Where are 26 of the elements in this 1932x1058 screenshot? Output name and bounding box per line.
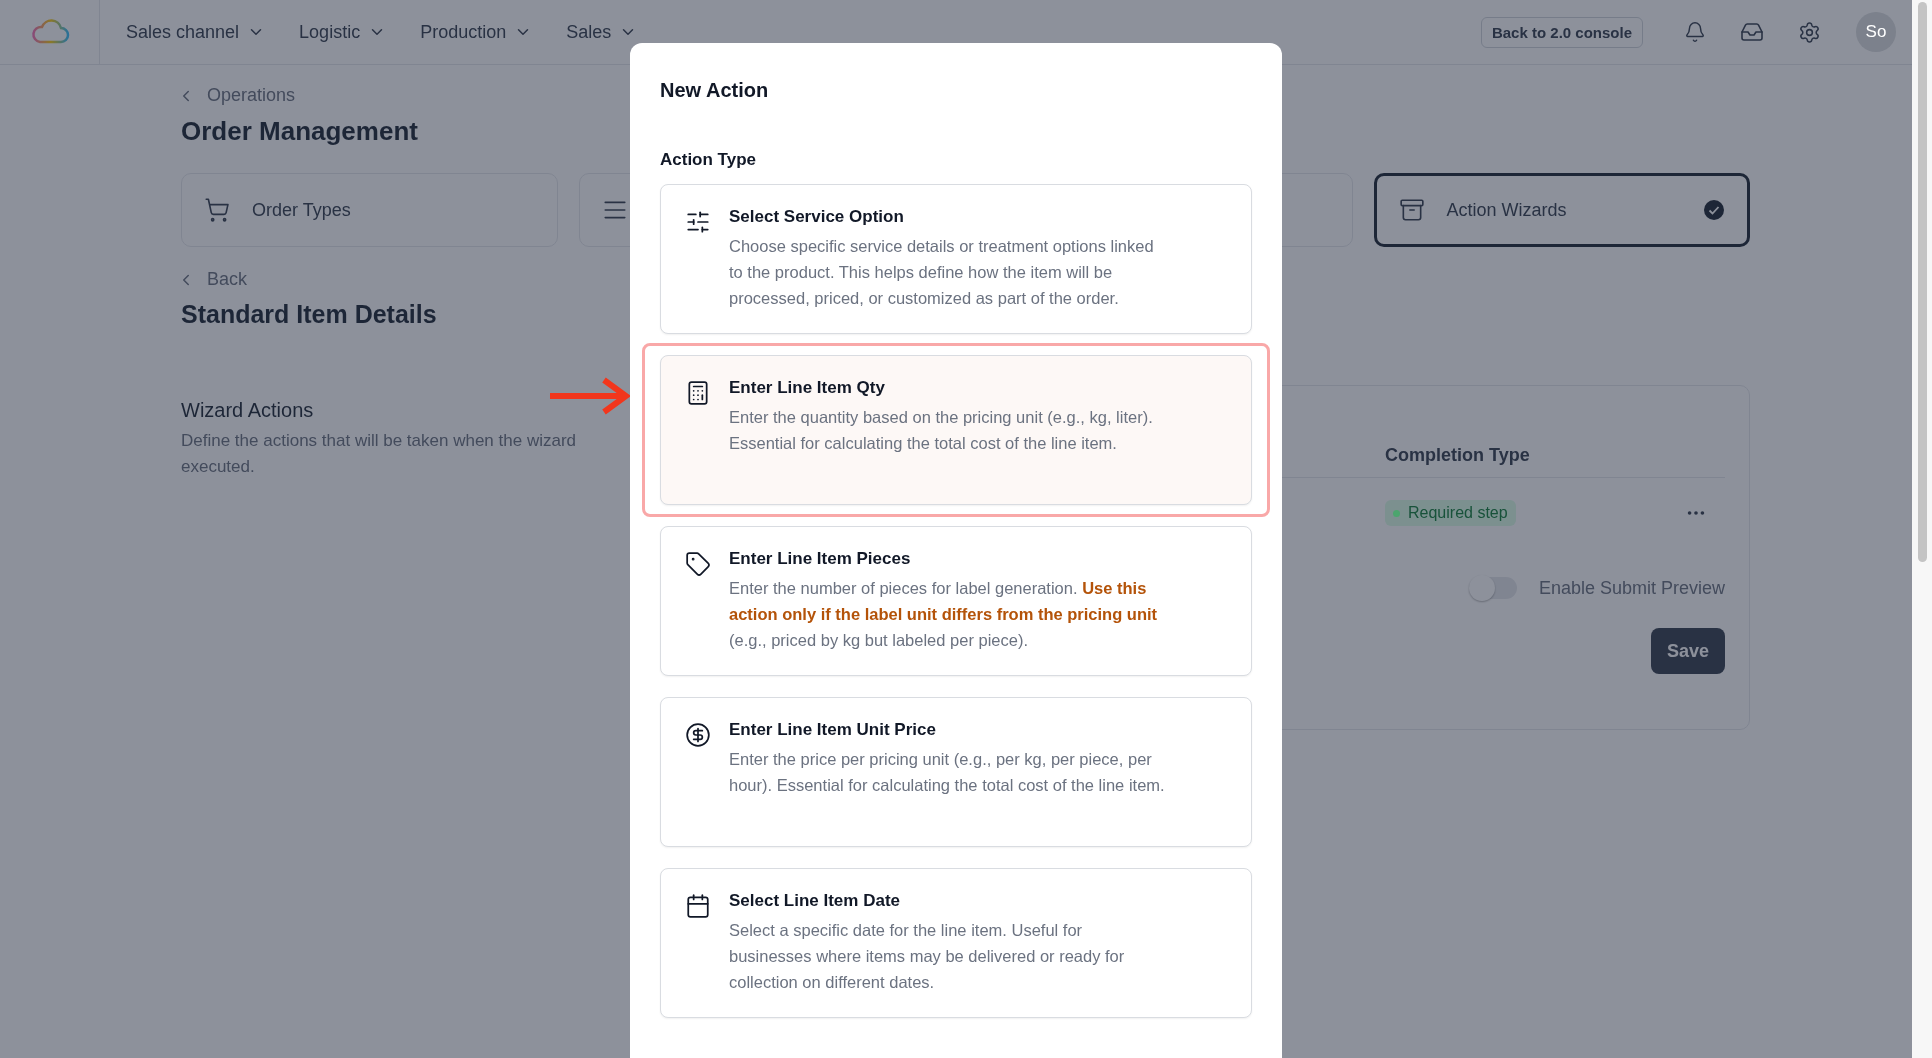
user-avatar[interactable]: So	[1856, 12, 1896, 52]
breadcrumb-link[interactable]: Operations	[177, 85, 296, 106]
modal-title: New Action	[660, 79, 770, 102]
console-button[interactable]: Back to 2.0 console	[1480, 16, 1643, 48]
save-button[interactable]: Save	[1650, 628, 1725, 674]
action-option[interactable]: Enter Line Item Qty Enter the quantity based on the pricing unit (e.g., kg, liter). Essential for calculating the total cost of the line item.	[660, 355, 1252, 505]
page-title: Order Management	[181, 116, 418, 147]
back-link[interactable]: Back	[177, 269, 248, 290]
tab-card[interactable]: Action Wizards	[1373, 173, 1750, 247]
action-option[interactable]: Select Service Option Choose specific service details or treatment options linked to the product. This helps define how the item will be processed, priced, or customized as part of the order.	[660, 184, 1252, 334]
section-heading: Standard Item Details	[181, 300, 437, 329]
section-description: Define the actions that will be taken when the wizard	[181, 430, 577, 452]
action-option[interactable]: Enter Line Item Unit Price Enter the price per pricing unit (e.g., per kg, per piece, per hour). Essential for calculating the total cost of the line item.	[660, 697, 1252, 847]
status-badge: Required step	[1385, 500, 1516, 526]
section-description: executed.	[181, 456, 256, 478]
action-option[interactable]: Select Line Item Date Select a specific date for the line item. Useful for businesses where items may be delivered or ready for collection on different dates.	[660, 868, 1252, 1018]
tab-card[interactable]: Order Types	[181, 173, 558, 247]
nav-menu[interactable]: Production	[420, 21, 533, 43]
action-option[interactable]: Enter Line Item Pieces Enter the number of pieces for label generation. Use this action only if the label unit differs from the pricing unit (e.g., priced by kg but labeled per piece).	[660, 526, 1252, 676]
section-title: Wizard Actions	[181, 399, 314, 422]
toggle-label: Enable Submit Preview	[1538, 577, 1725, 599]
column-header: Completion Type	[1385, 445, 1531, 467]
nav-menu[interactable]: Sales channel	[126, 21, 266, 43]
nav-menu[interactable]: Sales	[566, 21, 638, 43]
nav-menu[interactable]: Logistic	[299, 21, 387, 43]
field-label: Action Type	[660, 150, 758, 170]
